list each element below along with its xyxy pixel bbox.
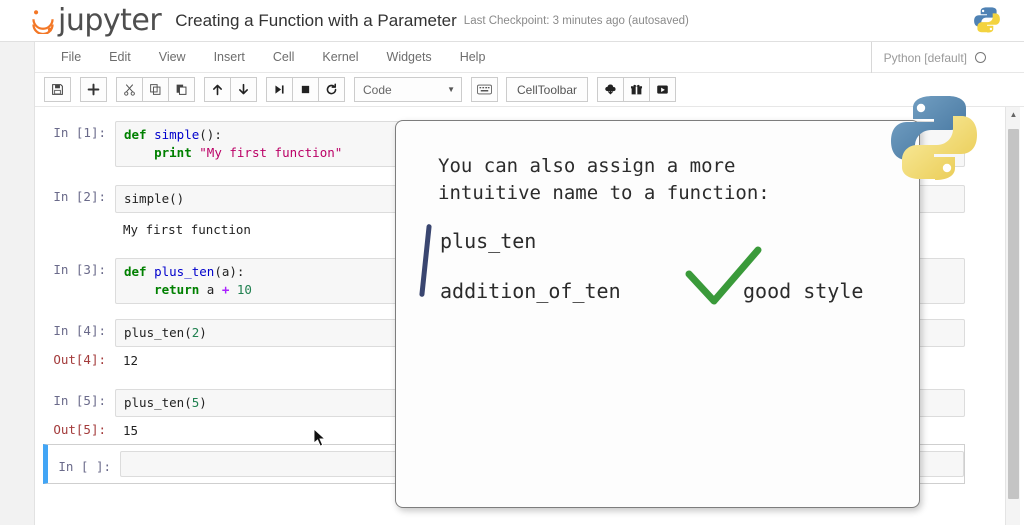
cell-type-value: Code xyxy=(363,82,392,97)
cell-prompt-in-2: In [2]: xyxy=(53,189,106,204)
overlay-heading: You can also assign a more intuitive nam… xyxy=(438,155,770,204)
notebook-toolbar: Code ▼ CellToolbar xyxy=(35,73,1024,107)
scroll-up-arrow-icon[interactable]: ▲ xyxy=(1006,107,1021,122)
keyboard-shortcuts-button[interactable] xyxy=(471,77,498,102)
chevron-down-icon: ▼ xyxy=(447,85,455,94)
toolbar-group-move xyxy=(204,77,257,102)
restart-kernel-button[interactable] xyxy=(318,77,345,102)
kernel-idle-circle-icon xyxy=(975,52,986,63)
annotation-overlay-panel: You can also assign a more intuitive nam… xyxy=(395,120,920,508)
menu-item-kernel[interactable]: Kernel xyxy=(308,45,372,69)
vertical-stroke-icon xyxy=(419,223,432,298)
notebook-title[interactable]: Creating a Function with a Parameter xyxy=(175,11,457,31)
kernel-indicator: Python [default] xyxy=(870,42,986,73)
cut-cell-button[interactable] xyxy=(116,77,143,102)
cell-prompt-in-4: In [4]: xyxy=(53,323,106,338)
toolbar-group-insert xyxy=(80,77,107,102)
interrupt-kernel-button[interactable] xyxy=(292,77,319,102)
menu-item-cell[interactable]: Cell xyxy=(259,45,309,69)
paste-cell-button[interactable] xyxy=(168,77,195,102)
save-button[interactable] xyxy=(44,77,71,102)
play-video-button[interactable] xyxy=(649,77,677,102)
toolbar-group-extras xyxy=(597,77,677,102)
move-cell-down-button[interactable] xyxy=(230,77,257,102)
checkpoint-status: Last Checkpoint: 3 minutes ago (autosave… xyxy=(463,14,689,27)
copy-cell-button[interactable] xyxy=(142,77,169,102)
python-logo-icon-small xyxy=(972,5,1002,35)
python-logo-icon-large xyxy=(884,88,984,188)
menu-item-edit[interactable]: Edit xyxy=(95,45,145,69)
cell-prompt-in-3: In [3]: xyxy=(53,262,106,277)
cell-prompt-in-empty: In [ ]: xyxy=(58,458,111,474)
menu-item-help[interactable]: Help xyxy=(446,45,500,69)
jupyter-notebook-screenshot: jupyter Creating a Function with a Param… xyxy=(0,0,1024,525)
kernel-name-label: Python [default] xyxy=(883,50,967,65)
menu-item-file[interactable]: File xyxy=(47,45,95,69)
cell-prompt-out-4: Out[4]: xyxy=(53,352,106,367)
overlay-name-option-1: plus_ten xyxy=(440,229,537,253)
menu-item-view[interactable]: View xyxy=(145,45,200,69)
jupyter-logo-link[interactable]: jupyter xyxy=(30,2,162,38)
menu-bar: File Edit View Insert Cell Kernel Widget… xyxy=(35,42,1024,73)
menu-item-widgets[interactable]: Widgets xyxy=(373,45,446,69)
download-button[interactable] xyxy=(597,77,625,102)
menu-item-insert[interactable]: Insert xyxy=(200,45,259,69)
cell-prompt-in-5: In [5]: xyxy=(53,393,106,408)
gift-button[interactable] xyxy=(623,77,651,102)
scrollbar-thumb[interactable] xyxy=(1008,129,1019,499)
toolbar-group-keyboard xyxy=(471,77,498,102)
jupyter-logo-icon xyxy=(30,8,56,35)
notebook-header: jupyter Creating a Function with a Param… xyxy=(0,0,1024,42)
toolbar-group-clipboard xyxy=(116,77,195,102)
insert-cell-button[interactable] xyxy=(80,77,107,102)
toolbar-group-run xyxy=(266,77,345,102)
cell-prompt-in-1: In [1]: xyxy=(53,125,106,140)
cell-type-select[interactable]: Code ▼ xyxy=(354,77,462,102)
mouse-pointer-icon xyxy=(313,427,327,448)
overlay-name-option-2: addition_of_ten xyxy=(440,279,621,303)
left-gutter xyxy=(0,42,35,525)
cell-prompt-out-5: Out[5]: xyxy=(53,422,106,437)
jupyter-brand-text: jupyter xyxy=(58,2,162,38)
cell-prompt-out-2 xyxy=(43,217,115,221)
toolbar-group-file xyxy=(44,77,71,102)
overlay-verdict-label: good style xyxy=(743,279,864,303)
move-cell-up-button[interactable] xyxy=(204,77,231,102)
cell-toolbar-button[interactable]: CellToolbar xyxy=(506,77,589,102)
vertical-scrollbar[interactable]: ▲ xyxy=(1005,107,1020,525)
run-cell-button[interactable] xyxy=(266,77,293,102)
